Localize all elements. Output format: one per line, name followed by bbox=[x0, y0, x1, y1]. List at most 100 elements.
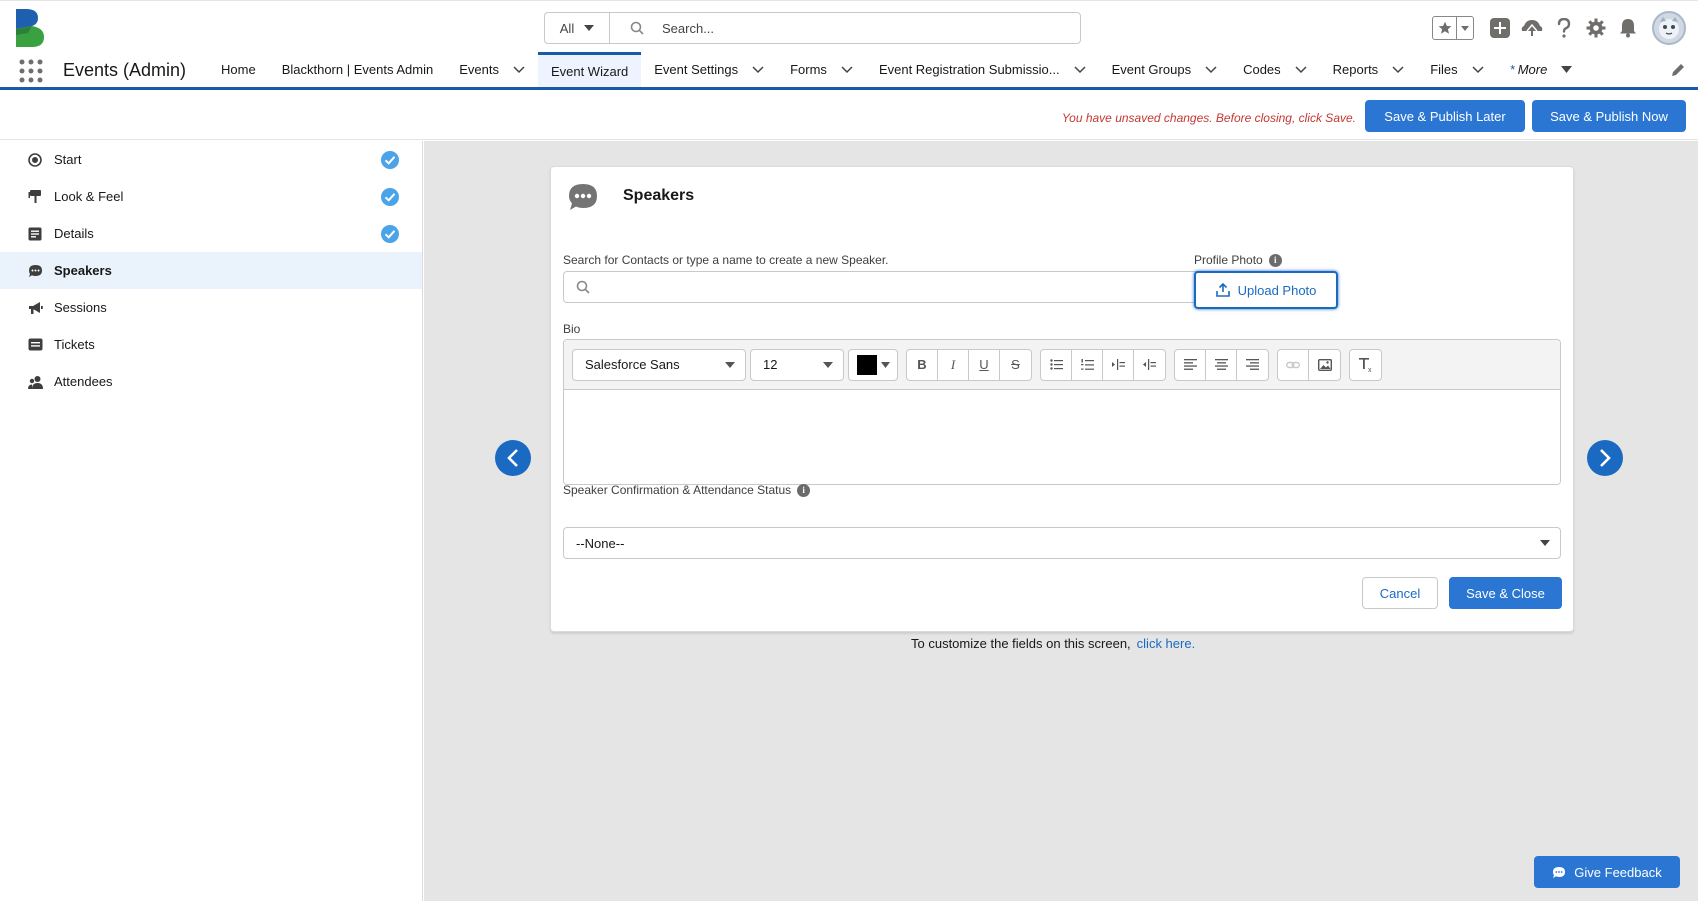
upload-photo-button[interactable]: Upload Photo bbox=[1194, 271, 1338, 309]
italic-icon[interactable]: I bbox=[938, 349, 969, 380]
bulleted-list-icon[interactable] bbox=[1041, 349, 1072, 380]
app-nav-bar: Events (Admin) Home Blackthorn | Events … bbox=[0, 52, 1698, 90]
search-icon bbox=[630, 21, 652, 35]
blackthorn-logo[interactable] bbox=[14, 7, 48, 49]
step-look-and-feel[interactable]: Look & Feel bbox=[0, 178, 422, 215]
clear-format-group: x bbox=[1349, 348, 1382, 381]
trailhead-icon[interactable] bbox=[1516, 12, 1548, 44]
customize-link[interactable]: click here. bbox=[1137, 636, 1196, 651]
nav-item-event-registration-submissions[interactable]: Event Registration Submissio... bbox=[866, 52, 1099, 87]
chevron-down-icon[interactable] bbox=[841, 65, 853, 74]
step-attendees[interactable]: Attendees bbox=[0, 363, 422, 400]
speaker-search-input[interactable] bbox=[563, 271, 1226, 303]
caret-down-icon bbox=[725, 361, 735, 368]
profile-photo-label-text: Profile Photo bbox=[1194, 253, 1263, 267]
gear-icon[interactable] bbox=[1580, 12, 1612, 44]
save-close-button[interactable]: Save & Close bbox=[1449, 577, 1562, 609]
speaker-form-card: Speakers Search for Contacts or type a n… bbox=[550, 166, 1574, 632]
clear-formatting-icon[interactable]: x bbox=[1350, 350, 1381, 380]
chevron-down-icon[interactable] bbox=[752, 65, 764, 74]
chevron-down-icon[interactable] bbox=[1205, 65, 1217, 74]
nav-item-reports[interactable]: Reports bbox=[1320, 52, 1418, 87]
nav-item-label: Event Groups bbox=[1111, 62, 1192, 77]
favorites-caret-icon[interactable] bbox=[1457, 17, 1473, 39]
nav-item-blackthorn-events-admin[interactable]: Blackthorn | Events Admin bbox=[269, 52, 447, 87]
step-label: Attendees bbox=[54, 374, 113, 389]
font-size-select[interactable]: 12 bbox=[750, 348, 844, 381]
step-details[interactable]: Details bbox=[0, 215, 422, 252]
chevron-down-icon[interactable] bbox=[1472, 65, 1484, 74]
app-name: Events (Admin) bbox=[63, 60, 187, 80]
app-launcher-icon[interactable] bbox=[19, 59, 43, 83]
bold-icon[interactable]: B bbox=[907, 349, 938, 380]
nav-item-label: Events bbox=[459, 62, 499, 77]
profile-photo-label: Profile Photo i bbox=[1194, 253, 1282, 267]
caret-down-icon[interactable] bbox=[1561, 66, 1573, 73]
step-start[interactable]: Start bbox=[0, 141, 422, 178]
strikethrough-icon[interactable]: S bbox=[1000, 350, 1031, 380]
nav-item-events[interactable]: Events bbox=[446, 52, 538, 87]
font-family-select[interactable]: Salesforce Sans bbox=[572, 348, 746, 381]
search-scope-select[interactable]: All bbox=[545, 13, 610, 43]
edit-nav-pencil-icon[interactable] bbox=[1670, 62, 1686, 78]
check-circle-icon bbox=[381, 151, 399, 169]
global-search[interactable]: All Search... bbox=[544, 12, 1081, 44]
attendance-status-select[interactable]: --None-- bbox=[563, 527, 1561, 559]
bio-text-area[interactable] bbox=[564, 390, 1560, 484]
wizard-action-bar: You have unsaved changes. Before closing… bbox=[0, 90, 1698, 140]
chevron-down-icon[interactable] bbox=[513, 65, 525, 74]
info-icon[interactable]: i bbox=[797, 483, 811, 497]
give-feedback-button[interactable]: Give Feedback bbox=[1534, 856, 1680, 888]
align-center-icon[interactable] bbox=[1206, 349, 1237, 380]
nav-item-files[interactable]: Files bbox=[1417, 52, 1496, 87]
step-sessions[interactable]: Sessions bbox=[0, 289, 422, 326]
link-icon[interactable] bbox=[1278, 349, 1309, 380]
align-right-icon[interactable] bbox=[1237, 350, 1268, 380]
record-icon bbox=[27, 152, 43, 168]
underline-icon[interactable]: U bbox=[969, 349, 1000, 380]
chevron-right-icon bbox=[1600, 449, 1611, 467]
previous-step-button[interactable] bbox=[495, 440, 531, 476]
speaker-search-label: Search for Contacts or type a name to cr… bbox=[563, 253, 889, 267]
numbered-list-icon[interactable] bbox=[1072, 349, 1103, 380]
chevron-down-icon[interactable] bbox=[1392, 65, 1404, 74]
notification-bell-icon[interactable] bbox=[1612, 12, 1644, 44]
help-icon[interactable] bbox=[1548, 12, 1580, 44]
upload-photo-label: Upload Photo bbox=[1237, 282, 1317, 298]
step-tickets[interactable]: Tickets bbox=[0, 326, 422, 363]
step-speakers[interactable]: Speakers bbox=[0, 252, 422, 289]
user-avatar[interactable] bbox=[1652, 11, 1686, 45]
save-publish-now-button[interactable]: Save & Publish Now bbox=[1532, 100, 1686, 132]
step-label: Speakers bbox=[54, 263, 112, 278]
wizard-steps-sidebar: Start Look & Feel Details Speakers Sessi… bbox=[0, 141, 423, 901]
people-icon bbox=[27, 374, 43, 390]
give-feedback-label: Give Feedback bbox=[1574, 864, 1662, 880]
nav-item-event-wizard[interactable]: Event Wizard bbox=[537, 52, 642, 87]
align-left-icon[interactable] bbox=[1175, 349, 1206, 380]
nav-item-codes[interactable]: Codes bbox=[1230, 52, 1320, 87]
indent-icon[interactable] bbox=[1103, 349, 1134, 380]
nav-item-home[interactable]: Home bbox=[208, 52, 269, 87]
nav-item-forms[interactable]: Forms bbox=[777, 52, 866, 87]
nav-item-label: Files bbox=[1430, 62, 1458, 77]
image-icon[interactable] bbox=[1309, 350, 1340, 380]
cancel-button[interactable]: Cancel bbox=[1362, 577, 1438, 609]
info-icon[interactable]: i bbox=[1268, 253, 1282, 267]
nav-items: Home Blackthorn | Events Admin Events Ev… bbox=[208, 52, 1585, 87]
check-circle-icon bbox=[381, 188, 399, 206]
nav-item-event-settings[interactable]: Event Settings bbox=[641, 52, 777, 87]
search-input[interactable]: Search... bbox=[662, 21, 714, 36]
save-publish-later-button[interactable]: Save & Publish Later bbox=[1365, 100, 1525, 132]
nav-item-event-groups[interactable]: Event Groups bbox=[1099, 52, 1231, 87]
add-icon[interactable] bbox=[1484, 12, 1516, 44]
star-icon[interactable] bbox=[1433, 17, 1457, 39]
favorites-button-group[interactable] bbox=[1432, 16, 1474, 40]
outdent-icon[interactable] bbox=[1134, 350, 1165, 380]
next-step-button[interactable] bbox=[1587, 440, 1623, 476]
text-color-picker[interactable] bbox=[848, 348, 898, 381]
caret-down-icon bbox=[1540, 540, 1550, 546]
chevron-down-icon[interactable] bbox=[1074, 65, 1086, 74]
nav-item-more[interactable]: * More bbox=[1497, 52, 1586, 87]
chevron-down-icon[interactable] bbox=[1295, 65, 1307, 74]
upload-icon bbox=[1215, 283, 1230, 297]
